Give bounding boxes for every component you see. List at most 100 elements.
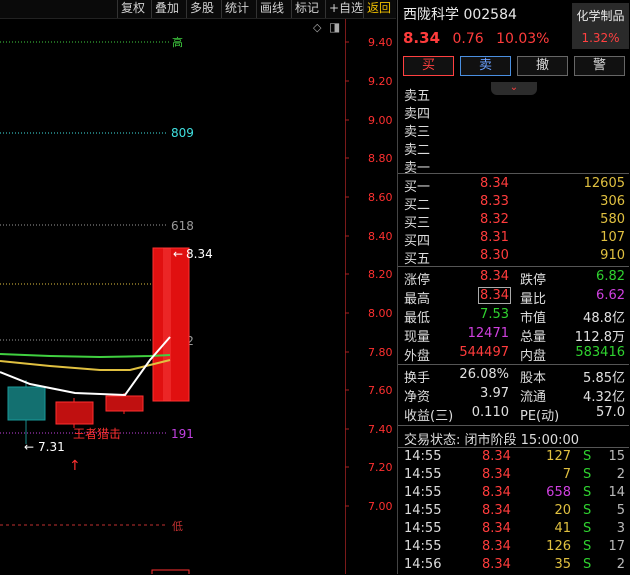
last-price-label: 8.34 (186, 247, 213, 261)
sell-level-label: 卖三 (404, 125, 431, 140)
kline-chart[interactable]: 9.40 9.20 9.00 8.80 8.60 8.40 8.20 8.00 … (0, 19, 396, 574)
sell-button[interactable]: 卖 (460, 56, 511, 76)
tick-row[interactable]: 14:55 8.34 7 S 2 (398, 467, 629, 485)
buy-level-row[interactable]: 买二 8.33 306 (398, 194, 629, 213)
tick-time: 14:56 (404, 557, 442, 572)
buy-level-label: 买一 (404, 180, 431, 195)
candle-highlight (163, 248, 171, 401)
tick-time: 14:55 (404, 539, 442, 554)
buy-level-volume: 580 (600, 212, 625, 227)
tick-row[interactable]: 14:55 8.34 41 S 3 (398, 521, 629, 539)
buy-level-row[interactable]: 买五 8.30 910 (398, 248, 629, 267)
sell-level-row[interactable]: 卖三 (398, 121, 629, 140)
toolbar-add-watchlist-button[interactable]: +自选 (325, 0, 366, 18)
signal-arrow-icon: ↑ (69, 458, 81, 474)
stat-value: 8.34 (478, 287, 511, 304)
tick-volume: 127 (546, 449, 571, 464)
finance-value: 26.08% (459, 367, 509, 382)
trade-status: 交易状态: 闭市阶段 15:00:00 (404, 433, 580, 448)
stat-row: 现量 12471 总量 112.8万 (398, 326, 629, 345)
sell-level-row[interactable]: 卖四 (398, 103, 629, 122)
tick-price: 8.34 (482, 557, 511, 572)
candle-down[interactable] (7, 386, 46, 421)
sell-level-row[interactable]: 卖五 (398, 85, 629, 104)
tick-side: S (583, 539, 592, 554)
tick-row[interactable]: 14:55 8.34 20 S 5 (398, 503, 629, 521)
stat-value: 12471 (467, 326, 509, 341)
finance-label: 股本 (520, 371, 547, 386)
finance-value: 3.97 (480, 386, 509, 401)
bottom-candle-outline (151, 569, 190, 574)
finance-value: 5.85亿 (583, 371, 625, 386)
buy-level-volume: 12605 (583, 176, 625, 191)
price-tick-label: 7.60 (368, 384, 393, 397)
buy-level-row[interactable]: 买一 8.34 12605 (398, 176, 629, 195)
top-level-label: 高 (172, 35, 183, 49)
tick-price: 8.34 (482, 467, 511, 482)
tick-row[interactable]: 14:56 8.34 35 S 2 (398, 557, 629, 575)
tick-volume: 658 (546, 485, 571, 500)
tick-price: 8.34 (482, 521, 511, 536)
toolbar-stats-button[interactable]: 统计 (221, 0, 252, 18)
signal-annotation: 王者猎击 (73, 427, 121, 441)
divider (398, 447, 629, 448)
low-level-label: 低 (172, 520, 183, 533)
toolbar-draw-line-button[interactable]: 画线 (256, 0, 287, 18)
tick-row[interactable]: 14:55 8.34 658 S 14 (398, 485, 629, 503)
quote-panel: 西陇科学 002584 化学制品 1.32% 8.34 0.76 10.03% … (397, 0, 630, 574)
tick-volume: 7 (562, 467, 571, 482)
sell-level-row[interactable]: 卖二 (398, 139, 629, 158)
tick-volume: 126 (546, 539, 571, 554)
price-tick-label: 8.40 (368, 230, 393, 243)
stat-row: 最高 8.34 量比 6.62 (398, 287, 629, 307)
stat-label: 涨停 (404, 273, 431, 288)
buy-button[interactable]: 买 (403, 56, 454, 76)
stock-name: 西陇科学 (403, 7, 459, 23)
stat-label: 最高 (404, 292, 431, 307)
candle-up[interactable] (105, 395, 144, 412)
toolbar-overlay-button[interactable]: 叠加 (151, 0, 182, 18)
sector-badge[interactable]: 化学制品 1.32% (572, 3, 629, 49)
low-price-marker: ← (24, 440, 34, 454)
tick-side: S (583, 485, 592, 500)
low-price-label: 7.31 (38, 440, 65, 454)
fib-618-label: 618 (171, 219, 194, 233)
price-tick-label: 8.20 (368, 268, 393, 281)
finance-row: 收益(三) 0.110 PE(动) 57.0 (398, 405, 629, 424)
tick-time: 14:55 (404, 467, 442, 482)
fib-809-label: 809 (171, 126, 194, 140)
toolbar-return-button[interactable]: 返回 (363, 0, 396, 18)
tick-count: 5 (616, 503, 625, 518)
candle-up[interactable] (55, 401, 94, 425)
stat-row: 外盘 544497 内盘 583416 (398, 345, 629, 364)
tick-row[interactable]: 14:55 8.34 126 S 17 (398, 539, 629, 557)
stock-code: 002584 (463, 7, 517, 23)
sell-level-label: 卖二 (404, 143, 431, 158)
finance-value: 4.32亿 (583, 390, 625, 405)
diamond-icon[interactable]: ◇ (313, 21, 321, 34)
cancel-order-button[interactable]: 撤 (517, 56, 568, 76)
toolbar-fuquan-button[interactable]: 复权 (117, 0, 148, 18)
finance-label: 收益(三) (404, 409, 454, 424)
buy-level-row[interactable]: 买三 8.32 580 (398, 212, 629, 231)
stat-value: 544497 (459, 345, 509, 360)
buy-level-row[interactable]: 买四 8.31 107 (398, 230, 629, 249)
buy-level-label: 买五 (404, 252, 431, 267)
stat-value: 6.62 (596, 288, 625, 303)
toolbar-mark-button[interactable]: 标记 (291, 0, 322, 18)
tick-volume: 41 (554, 521, 571, 536)
stat-label: 现量 (404, 330, 431, 345)
panel-toggle-icon[interactable]: ◨ (329, 20, 340, 34)
alert-button[interactable]: 警 (574, 56, 625, 76)
toolbar-multi-stock-button[interactable]: 多股 (186, 0, 217, 18)
current-price: 8.34 (403, 29, 441, 47)
tick-side: S (583, 521, 592, 536)
stat-row: 最低 7.53 市值 48.8亿 (398, 307, 629, 326)
tick-row[interactable]: 14:55 8.34 127 S 15 (398, 449, 629, 467)
sell-level-label: 卖五 (404, 89, 431, 104)
stat-label: 量比 (520, 292, 547, 307)
tick-price: 8.34 (482, 449, 511, 464)
price-tick-label: 9.20 (368, 75, 393, 88)
tick-time: 14:55 (404, 521, 442, 536)
buy-level-label: 买四 (404, 234, 431, 249)
